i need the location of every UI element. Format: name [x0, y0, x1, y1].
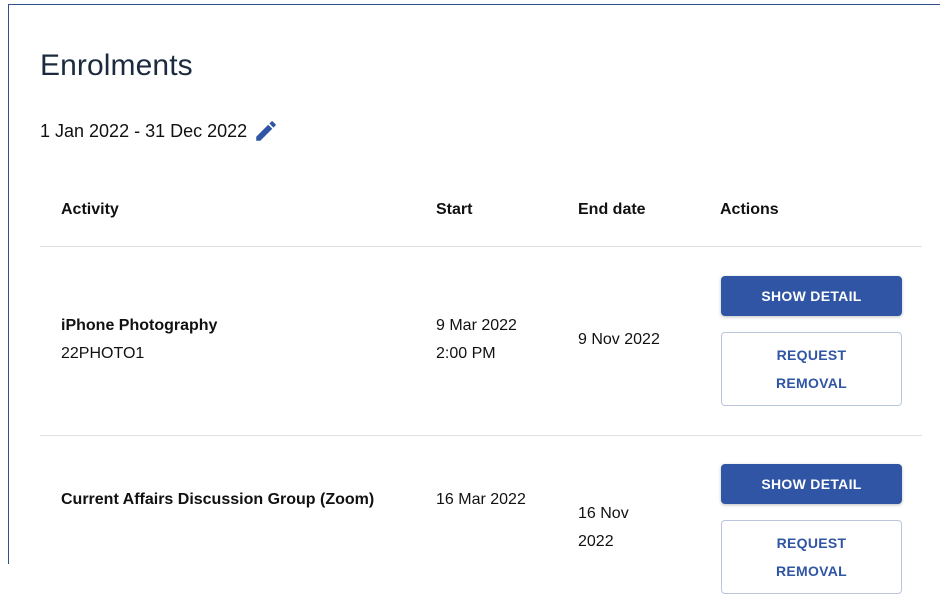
start-time: 2:00 PM: [436, 345, 496, 362]
row-divider: [40, 435, 922, 436]
column-header-end-date: End date: [578, 201, 646, 218]
activity-cell: iPhone Photography 22PHOTO1: [61, 312, 401, 368]
page-title: Enrolments: [40, 49, 193, 82]
pencil-icon[interactable]: [253, 118, 279, 144]
date-range-text: 1 Jan 2022 - 31 Dec 2022: [40, 120, 248, 141]
end-date-cell: 9 Nov 2022: [578, 331, 660, 348]
activity-name: Current Affairs Discussion Group (Zoom): [61, 491, 375, 508]
request-removal-button[interactable]: REQUEST REMOVAL: [721, 520, 902, 594]
show-detail-button[interactable]: SHOW DETAIL: [721, 276, 902, 316]
start-cell: 9 Mar 2022 2:00 PM: [436, 312, 517, 368]
activity-name: iPhone Photography: [61, 317, 218, 334]
column-header-actions: Actions: [720, 201, 779, 218]
start-date: 9 Mar 2022: [436, 317, 517, 334]
show-detail-button[interactable]: SHOW DETAIL: [721, 464, 902, 504]
end-date-cell: 16 Nov 2022: [578, 505, 629, 550]
column-header-activity: Activity: [61, 201, 119, 218]
activity-code: 22PHOTO1: [61, 345, 145, 362]
column-header-start: Start: [436, 201, 473, 218]
date-range: 1 Jan 2022 - 31 Dec 2022: [40, 118, 279, 144]
request-removal-button[interactable]: REQUEST REMOVAL: [721, 332, 902, 406]
enrolments-panel: Enrolments 1 Jan 2022 - 31 Dec 2022 Acti…: [8, 4, 940, 594]
start-date: 16 Mar 2022: [436, 491, 526, 508]
header-divider: [40, 246, 922, 247]
